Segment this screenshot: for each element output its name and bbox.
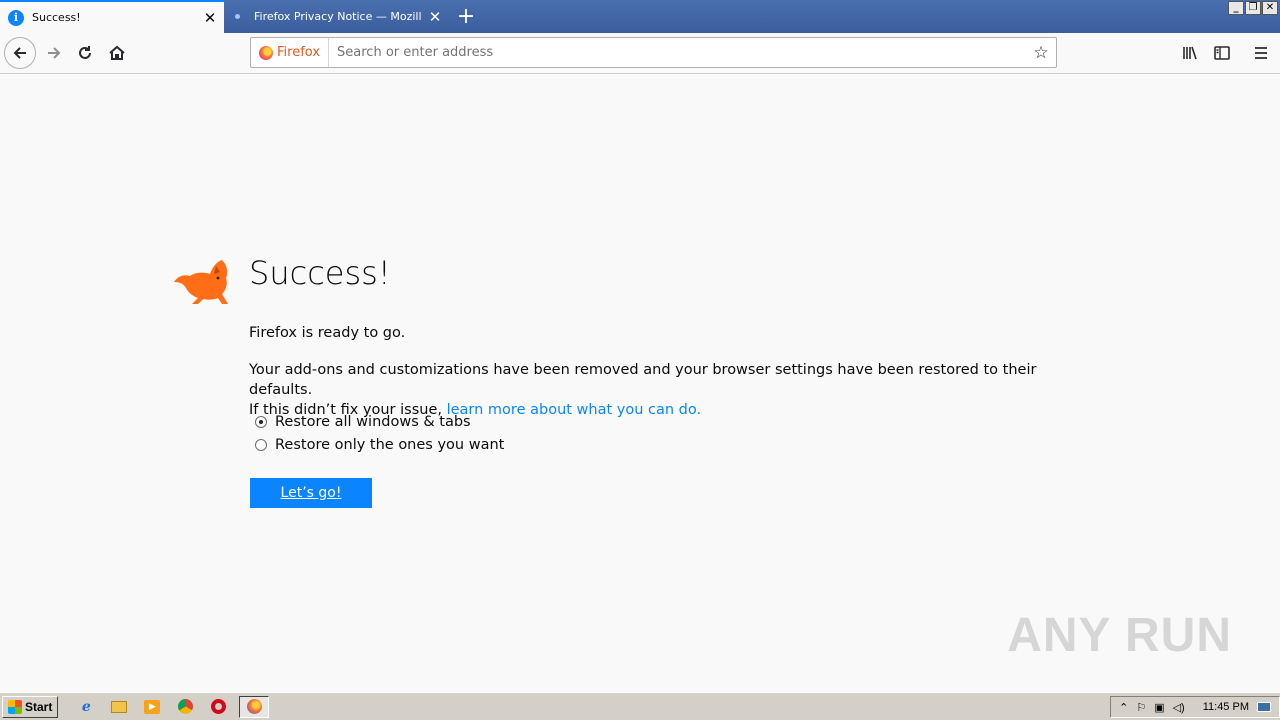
radio-restore-some[interactable] [255, 439, 267, 451]
window-controls: _ ❐ ✕ [1228, 1, 1278, 15]
page-content: Success! Firefox is ready to go. Your ad… [0, 74, 1280, 692]
file-explorer-icon[interactable] [107, 696, 131, 718]
home-icon [109, 45, 125, 60]
close-tab-icon[interactable]: ✕ [421, 8, 449, 26]
start-label: Start [25, 699, 53, 714]
description-text: Your add-ons and customizations have bee… [249, 360, 1069, 420]
radio-label: Restore all windows & tabs [275, 414, 471, 430]
windows-logo-icon [8, 699, 22, 714]
fox-illustration-icon [174, 260, 228, 304]
system-tray: ⌃ ⚐ ▣ ◁) 11:45 PM [1110, 696, 1280, 718]
windows-taskbar: Start e ▶ ⌃ ⚐ ▣ ◁) 11:45 PM [0, 692, 1280, 720]
firefox-logo-icon [259, 45, 273, 60]
volume-icon[interactable]: ◁) [1173, 701, 1185, 714]
tab-privacy-notice[interactable]: Firefox Privacy Notice — Mozilla ✕ [225, 0, 449, 33]
url-bar[interactable]: Firefox ☆ [250, 37, 1057, 68]
restore-all-option[interactable]: Restore all windows & tabs [255, 414, 471, 430]
library-icon [1183, 46, 1197, 60]
close-tab-icon[interactable]: ✕ [196, 9, 224, 27]
info-icon: i [8, 9, 24, 26]
new-tab-button[interactable]: + [452, 0, 480, 33]
identity-box[interactable]: Firefox [251, 38, 330, 67]
clock[interactable]: 11:45 PM [1203, 701, 1249, 713]
library-button[interactable] [1174, 37, 1206, 69]
lets-go-button[interactable]: Let’s go! [250, 478, 372, 508]
back-arrow-icon [13, 47, 26, 59]
sidebar-button[interactable] [1206, 37, 1238, 69]
show-desktop-icon[interactable] [1257, 702, 1271, 712]
navigation-toolbar: Firefox ☆ [0, 33, 1280, 74]
loading-dot-icon [235, 14, 240, 19]
internet-explorer-icon[interactable]: e [74, 696, 98, 718]
tab-success[interactable]: i Success! ✕ [0, 0, 224, 33]
description-line-1: Your add-ons and customizations have bee… [249, 362, 1037, 398]
start-button[interactable]: Start [2, 695, 59, 718]
restore-some-option[interactable]: Restore only the ones you want [255, 437, 504, 453]
page-title: Success! [249, 254, 391, 292]
tab-title: Firefox Privacy Notice — Mozilla [254, 10, 421, 23]
menu-button[interactable] [1245, 37, 1277, 69]
restore-button[interactable]: ❐ [1245, 1, 1261, 15]
anyrun-watermark: ANY RUN [1007, 609, 1232, 662]
action-center-flag-icon[interactable]: ⚐ [1136, 701, 1146, 714]
tab-title: Success! [32, 11, 81, 24]
forward-button[interactable] [38, 37, 70, 69]
radio-label: Restore only the ones you want [275, 437, 505, 453]
network-icon[interactable]: ▣ [1154, 701, 1164, 714]
forward-arrow-icon [48, 47, 61, 59]
opera-icon[interactable] [206, 696, 230, 718]
minimize-button[interactable]: _ [1228, 1, 1244, 15]
radio-restore-all[interactable] [255, 416, 267, 428]
address-input[interactable] [329, 45, 1026, 60]
hamburger-menu-icon [1255, 47, 1267, 59]
home-button[interactable] [101, 37, 133, 69]
back-button[interactable] [4, 37, 36, 69]
tray-expand-icon[interactable]: ⌃ [1119, 701, 1128, 714]
firefox-taskbar-icon[interactable] [239, 695, 270, 718]
media-player-icon[interactable]: ▶ [140, 696, 164, 718]
bookmark-star-icon[interactable]: ☆ [1026, 43, 1056, 63]
identity-label: Firefox [277, 45, 321, 60]
learn-more-link[interactable]: learn more about what you can do. [447, 402, 702, 418]
chrome-icon[interactable] [173, 696, 197, 718]
tab-strip: i Success! ✕ Firefox Privacy Notice — Mo… [0, 0, 1280, 33]
reload-icon [79, 46, 91, 59]
close-window-button[interactable]: ✕ [1262, 1, 1278, 15]
reload-button[interactable] [69, 37, 101, 69]
sidebar-icon [1214, 46, 1230, 60]
ready-text: Firefox is ready to go. [249, 325, 406, 341]
